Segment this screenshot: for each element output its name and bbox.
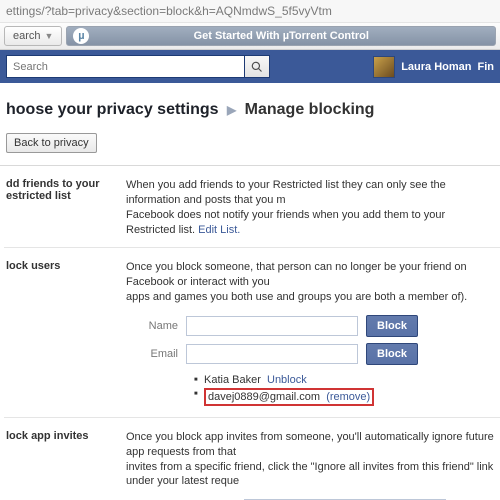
section-text: Once you block app invites from someone,… [126,430,496,489]
section-body: Once you block app invites from someone,… [126,430,496,500]
section-restricted-list: dd friends to your estricted list When y… [4,166,500,248]
name-label: Name [126,320,186,332]
section-body: Once you block someone, that person can … [126,260,496,407]
block-email-row: Email Block [126,343,496,365]
fb-search [6,55,270,78]
avatar[interactable] [373,56,395,78]
blocked-list: Katia Baker Unblock davej0889@gmail.com … [194,373,496,407]
blocked-name: Katia Baker [204,374,261,386]
facebook-top-nav: Laura Homan Fin [0,50,500,83]
search-icon [251,61,263,73]
block-email-button[interactable]: Block [366,343,418,365]
title-sub: Manage blocking [245,101,375,118]
section-block-app-invites: lock app invites Once you block app invi… [4,418,500,500]
remove-link[interactable]: remove [326,391,370,403]
fb-find-friends-link[interactable]: Fin [478,61,495,73]
blocked-entry: davej0889@gmail.com remove [194,387,496,407]
unblock-link[interactable]: Unblock [267,374,307,386]
utorrent-banner-text: Get Started With µTorrent Control [194,30,369,42]
browser-url-bar[interactable]: ettings/?tab=privacy&section=block&h=AQN… [0,0,500,23]
section-block-users: lock users Once you block someone, that … [4,248,500,418]
utorrent-logo-icon: µ [73,28,89,44]
title-main: hoose your privacy settings [6,101,219,118]
breadcrumb-separator-icon: ▶ [223,103,240,117]
fb-nav-right: Laura Homan Fin [373,56,494,78]
fb-search-button[interactable] [244,55,270,78]
section-label: lock users [6,260,126,407]
browser-toolbar: earch ▼ µ Get Started With µTorrent Cont… [0,23,500,50]
back-to-privacy-button[interactable]: Back to privacy [6,133,97,153]
fb-profile-link[interactable]: Laura Homan [401,61,471,73]
block-name-row: Name Block [126,315,496,337]
page-title: hoose your privacy settings ▶ Manage blo… [4,93,500,129]
email-label: Email [126,348,186,360]
blocked-entry: Katia Baker Unblock [194,373,496,387]
toolbar-search-dropdown[interactable]: earch ▼ [4,26,62,46]
section-body: When you add friends to your Restricted … [126,178,496,237]
edit-list-link[interactable]: Edit List. [198,224,240,236]
section-label: lock app invites [6,430,126,500]
highlighted-blocked-entry: davej0889@gmail.com remove [204,388,374,406]
section-text: Once you block someone, that person can … [126,260,496,305]
fb-search-input[interactable] [6,55,244,78]
block-email-input[interactable] [186,344,358,364]
utorrent-banner[interactable]: µ Get Started With µTorrent Control [66,26,496,46]
chevron-down-icon: ▼ [45,31,54,41]
block-name-button[interactable]: Block [366,315,418,337]
section-text: When you add friends to your Restricted … [126,179,446,236]
toolbar-search-label: earch [13,30,41,42]
section-label: dd friends to your estricted list [6,178,126,237]
page-content: hoose your privacy settings ▶ Manage blo… [0,83,500,500]
block-name-input[interactable] [186,316,358,336]
blocked-name: davej0889@gmail.com [208,391,320,403]
